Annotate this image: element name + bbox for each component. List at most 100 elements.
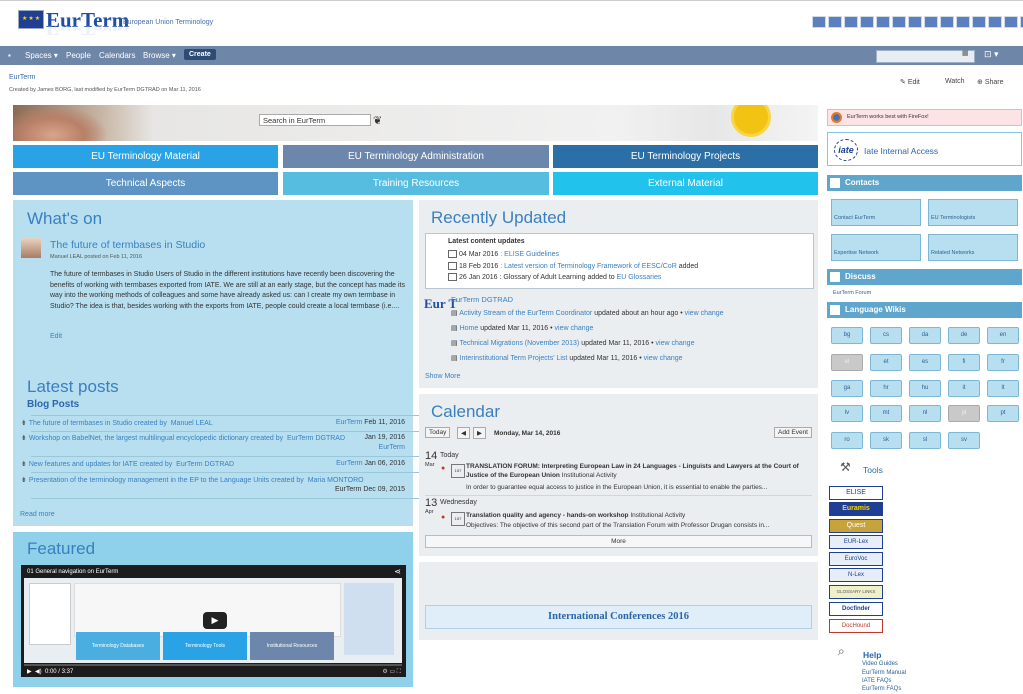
tool-icon[interactable] [812,16,826,28]
watch-button[interactable]: Watch [945,78,965,85]
eurovoc-tool-link[interactable]: EuroVoc [829,552,883,566]
update-link[interactable]: EU Glossaries [617,274,662,281]
lang-sl[interactable]: sl [909,432,941,449]
today-button[interactable]: Today [425,427,451,438]
tool-icon[interactable] [828,16,842,28]
more-button[interactable]: More [425,535,812,548]
blog-post-link[interactable]: The future of termbases in Studio create… [29,420,167,427]
post-edit-link[interactable]: Edit [50,333,62,340]
blog-post-space[interactable]: EurTerm [379,444,405,451]
lang-pl[interactable]: pl [948,405,980,422]
lang-sk[interactable]: sk [870,432,902,449]
create-button[interactable]: Create [184,49,216,60]
tile-technical-aspects[interactable]: Technical Aspects [13,172,278,195]
tile-external-material[interactable]: External Material [553,172,818,195]
dochound-tool-link[interactable]: DocHound [829,619,883,633]
edit-button[interactable]: ✎ Edit [900,78,920,86]
tool-icon[interactable] [876,16,890,28]
tile-eu-terminology-material[interactable]: EU Terminology Material [13,145,278,168]
activity-link[interactable]: Home [460,325,479,332]
read-more-link[interactable]: Read more [20,511,55,518]
tool-icon[interactable] [844,16,858,28]
lang-pt[interactable]: pt [987,405,1019,422]
nav-calendars[interactable]: Calendars [99,51,135,60]
update-link[interactable]: : Latest version of Terminology Framewor… [500,263,677,270]
lang-it[interactable]: it [948,380,980,397]
fullscreen-icon[interactable]: ⚙ ▭ ⛶ [382,668,401,676]
volume-icon[interactable]: ◀) [35,669,42,675]
lang-da[interactable]: da [909,327,941,344]
search-input[interactable] [876,50,975,63]
nav-people[interactable]: People [66,51,91,60]
blog-post-link[interactable]: Workshop on BabelNet, the largest multil… [29,435,283,442]
blog-post-link[interactable]: New features and updates for IATE create… [29,461,172,468]
blog-post-space[interactable]: EurTerm [336,460,362,467]
activity-link[interactable]: Activity Stream of the EurTerm Coordinat… [459,310,592,317]
view-change-link[interactable]: view change [555,325,594,332]
tool-icon[interactable] [1004,16,1018,28]
iate-access-link[interactable]: iate Iate Internal Access [827,132,1022,166]
blog-post-author[interactable]: EurTerm DGTRAD [176,461,234,468]
blog-post-space-date[interactable]: EurTerm Dec 09, 2015 [335,486,405,493]
lang-es[interactable]: es [909,354,941,371]
lang-cs[interactable]: cs [870,327,902,344]
related-networks-tile[interactable]: Related Networks [928,234,1018,261]
expertise-network-tile[interactable]: Expertise Network [831,234,921,261]
elise-tool-link[interactable]: ELISE [829,486,883,500]
view-change-link[interactable]: view change [644,355,683,362]
eurterm-faqs-link[interactable]: EurTerm FAQs [862,686,901,692]
nav-browse[interactable]: Browse ▾ [143,51,176,60]
blog-post-space[interactable]: EurTerm [336,419,362,426]
lang-bg[interactable]: bg [831,327,863,344]
play-icon[interactable]: ▶ [203,612,227,629]
lang-lv[interactable]: lv [831,405,863,422]
lang-hu[interactable]: hu [909,380,941,397]
activity-link[interactable]: Technical Migrations (November 2013) [459,340,579,347]
breadcrumb[interactable]: EurTerm [9,74,35,81]
activity-link[interactable]: Interinstitutional Term Projects' List [460,355,568,362]
tile-training-resources[interactable]: Training Resources [283,172,549,195]
update-link[interactable]: : ELISE Guidelines [500,251,559,258]
tile-eu-terminology-projects[interactable]: EU Terminology Projects [553,145,818,168]
docfinder-tool-link[interactable]: Docfinder [829,602,883,616]
quest-tool-link[interactable]: Quest [829,519,883,533]
add-event-button[interactable]: Add Event [774,427,812,438]
tool-icon[interactable] [908,16,922,28]
event-item[interactable]: TRANSLATION FORUM: Interpreting European… [466,463,811,480]
iate-faqs-link[interactable]: IATE FAQs [862,678,892,684]
activity-user[interactable]: EurTerm DGTRAD [451,295,513,304]
tool-icon[interactable] [972,16,986,28]
lang-ro[interactable]: ro [831,432,863,449]
nlex-tool-link[interactable]: N-Lex [829,568,883,582]
lang-nl[interactable]: nl [909,405,941,422]
search-icon[interactable]: ▦ [962,49,969,57]
event-item[interactable]: Translation quality and agency - hands-o… [466,512,811,519]
video-guides-link[interactable]: Video Guides [862,661,898,667]
share-icon[interactable]: ⋖ [394,567,401,576]
view-change-link[interactable]: view change [656,340,695,347]
international-conferences-button[interactable]: International Conferences 2016 [425,605,812,629]
app-switcher-icon[interactable]: ▪ [8,51,11,60]
share-button[interactable]: ⊕ Share [977,78,1004,86]
eurlex-tool-link[interactable]: EUR-Lex [829,535,883,549]
contact-eurterm-tile[interactable]: Contact EurTerm [831,199,921,226]
eurterm-manual-link[interactable]: EurTerm Manual [862,670,906,676]
post-title[interactable]: The future of termbases in Studio [50,239,205,251]
forum-link[interactable]: EurTerm Forum [833,290,871,296]
nav-spaces[interactable]: Spaces ▾ [25,51,58,60]
tool-icon[interactable] [892,16,906,28]
banner-search-input[interactable]: Search in EurTerm [259,114,371,126]
glossary-links-tool-link[interactable]: GLOSSARY LINKS [829,585,883,599]
video-player[interactable]: 01 General navigation on EurTerm ⋖ Termi… [21,565,406,677]
lang-el[interactable]: el [831,354,863,371]
lang-fi[interactable]: fi [948,354,980,371]
lang-fr[interactable]: fr [987,354,1019,371]
tool-icon[interactable] [924,16,938,28]
tool-icon[interactable] [860,16,874,28]
blog-post-author[interactable]: Maria MONTORO [308,477,364,484]
lang-en[interactable]: en [987,327,1019,344]
view-change-link[interactable]: view change [685,310,724,317]
lang-hr[interactable]: hr [870,380,902,397]
blog-post-link[interactable]: Presentation of the terminology manageme… [29,477,304,484]
euramis-tool-link[interactable]: Euramis [829,502,883,516]
